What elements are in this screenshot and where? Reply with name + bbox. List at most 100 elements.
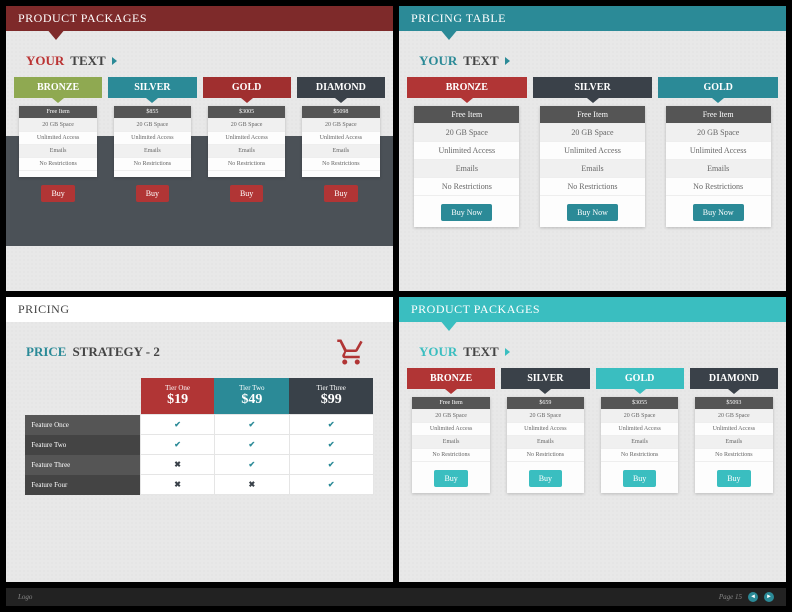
check-icon: ✔ bbox=[289, 455, 373, 475]
tier-feature: Emails bbox=[695, 436, 773, 449]
tier-feature: Emails bbox=[540, 160, 645, 178]
tier-feature: Emails bbox=[302, 145, 380, 158]
tier-card-diamond: DIAMOND $5098 20 GB Space Unlimited Acce… bbox=[297, 77, 385, 202]
panel-title: PRICING bbox=[6, 297, 393, 322]
panel-pricing-strategy: PRICING PRICE STRATEGY - 2 Tier One$19 T… bbox=[6, 297, 393, 582]
tier-card-silver: SILVER $659 20 GB Space Unlimited Access… bbox=[501, 368, 589, 493]
buy-now-button[interactable]: Buy Now bbox=[567, 204, 618, 221]
footer: Logo Page 15 ◄ ► bbox=[6, 588, 786, 606]
logo-text: Logo bbox=[18, 593, 32, 601]
tier-feature: 20 GB Space bbox=[507, 410, 585, 423]
buy-button[interactable]: Buy bbox=[230, 185, 263, 202]
tier-feature: Emails bbox=[666, 160, 771, 178]
row-label: Feature Two bbox=[25, 435, 140, 455]
table-row: Feature Once✔✔✔ bbox=[25, 415, 373, 435]
panel-product-packages-2: PRODUCT PACKAGES YOUR TEXT BRONZE Free I… bbox=[399, 297, 786, 582]
tier-label: GOLD bbox=[658, 77, 778, 98]
subtitle-accent: YOUR bbox=[26, 53, 64, 69]
tier-head: Free Item bbox=[19, 106, 97, 119]
table-header-tier: Tier Two$49 bbox=[214, 378, 289, 415]
subtitle-rest: STRATEGY - 2 bbox=[72, 344, 159, 360]
check-icon: ✔ bbox=[214, 415, 289, 435]
tier-head: $659 bbox=[507, 397, 585, 410]
tier-label: GOLD bbox=[596, 368, 684, 389]
check-icon: ✔ bbox=[289, 475, 373, 495]
tier-feature: 20 GB Space bbox=[412, 410, 490, 423]
tier-card-diamond: DIAMOND $5093 20 GB Space Unlimited Acce… bbox=[690, 368, 778, 493]
tier-feature: Emails bbox=[114, 145, 192, 158]
tier-card-silver: SILVER Free Item 20 GB Space Unlimited A… bbox=[533, 77, 653, 227]
tier-feature: Unlimited Access bbox=[540, 142, 645, 160]
triangle-right-icon bbox=[112, 57, 117, 65]
subtitle: YOUR TEXT bbox=[6, 39, 393, 77]
table-header-empty bbox=[25, 378, 140, 415]
tier-head: $5093 bbox=[695, 397, 773, 410]
tier-label: BRONZE bbox=[407, 368, 495, 389]
triangle-right-icon bbox=[505, 348, 510, 356]
check-icon: ✔ bbox=[289, 415, 373, 435]
page-number: Page 15 bbox=[719, 593, 742, 601]
tier-feature: 20 GB Space bbox=[540, 124, 645, 142]
tier-feature: 20 GB Space bbox=[601, 410, 679, 423]
buy-button[interactable]: Buy bbox=[41, 185, 74, 202]
table-header-tier: Tier Three$99 bbox=[289, 378, 373, 415]
tier-head: Free Item bbox=[412, 397, 490, 410]
tier-feature: Unlimited Access bbox=[666, 142, 771, 160]
tier-feature: Emails bbox=[19, 145, 97, 158]
tier-feature: No Restrictions bbox=[414, 178, 519, 196]
tier-feature: Unlimited Access bbox=[19, 132, 97, 145]
tier-feature: No Restrictions bbox=[114, 158, 192, 171]
tier-feature: Emails bbox=[507, 436, 585, 449]
tier-card-silver: SILVER $855 20 GB Space Unlimited Access… bbox=[108, 77, 196, 202]
tier-head: $3055 bbox=[601, 397, 679, 410]
table-row: Feature Two✔✔✔ bbox=[25, 435, 373, 455]
tier-label: DIAMOND bbox=[297, 77, 385, 98]
buy-button[interactable]: Buy bbox=[623, 470, 656, 487]
tier-label: SILVER bbox=[501, 368, 589, 389]
tier-feature: No Restrictions bbox=[302, 158, 380, 171]
triangle-right-icon bbox=[505, 57, 510, 65]
tier-feature: No Restrictions bbox=[507, 449, 585, 462]
row-label: Feature Four bbox=[25, 475, 140, 495]
buy-now-button[interactable]: Buy Now bbox=[441, 204, 492, 221]
check-icon: ✔ bbox=[141, 435, 215, 455]
tier-head: Free Item bbox=[666, 106, 771, 124]
table-row: Feature Three✖✔✔ bbox=[25, 455, 373, 475]
shopping-cart-icon bbox=[334, 337, 368, 372]
tier-label: BRONZE bbox=[14, 77, 102, 98]
check-icon: ✔ bbox=[141, 415, 215, 435]
row-label: Feature Three bbox=[25, 455, 140, 475]
buy-button[interactable]: Buy bbox=[434, 470, 467, 487]
check-icon: ✔ bbox=[214, 455, 289, 475]
buy-button[interactable]: Buy bbox=[324, 185, 357, 202]
prev-button[interactable]: ◄ bbox=[748, 592, 758, 602]
buy-button[interactable]: Buy bbox=[136, 185, 169, 202]
tier-feature: 20 GB Space bbox=[666, 124, 771, 142]
ribbon-pointer-icon bbox=[439, 28, 459, 40]
tier-head: Free Item bbox=[414, 106, 519, 124]
tier-feature: No Restrictions bbox=[666, 178, 771, 196]
buy-now-button[interactable]: Buy Now bbox=[693, 204, 744, 221]
strategy-table: Tier One$19 Tier Two$49 Tier Three$99 Fe… bbox=[25, 378, 373, 495]
tier-feature: Unlimited Access bbox=[302, 132, 380, 145]
tier-feature: Unlimited Access bbox=[695, 423, 773, 436]
next-button[interactable]: ► bbox=[764, 592, 774, 602]
row-label: Feature Once bbox=[25, 415, 140, 435]
tier-feature: Emails bbox=[414, 160, 519, 178]
tier-feature: Unlimited Access bbox=[412, 423, 490, 436]
tier-feature: 20 GB Space bbox=[114, 119, 192, 132]
table-header-tier: Tier One$19 bbox=[141, 378, 215, 415]
subtitle-rest: TEXT bbox=[463, 53, 498, 69]
tier-label: DIAMOND bbox=[690, 368, 778, 389]
tier-feature: Unlimited Access bbox=[114, 132, 192, 145]
cross-icon: ✖ bbox=[214, 475, 289, 495]
check-icon: ✔ bbox=[289, 435, 373, 455]
tier-feature: 20 GB Space bbox=[695, 410, 773, 423]
tier-feature: Unlimited Access bbox=[507, 423, 585, 436]
table-row: Feature Four✖✖✔ bbox=[25, 475, 373, 495]
panel-pricing-table: PRICING TABLE YOUR TEXT BRONZE Free Item… bbox=[399, 6, 786, 291]
tier-feature: Unlimited Access bbox=[208, 132, 286, 145]
subtitle: YOUR TEXT bbox=[399, 39, 786, 77]
buy-button[interactable]: Buy bbox=[717, 470, 750, 487]
buy-button[interactable]: Buy bbox=[529, 470, 562, 487]
